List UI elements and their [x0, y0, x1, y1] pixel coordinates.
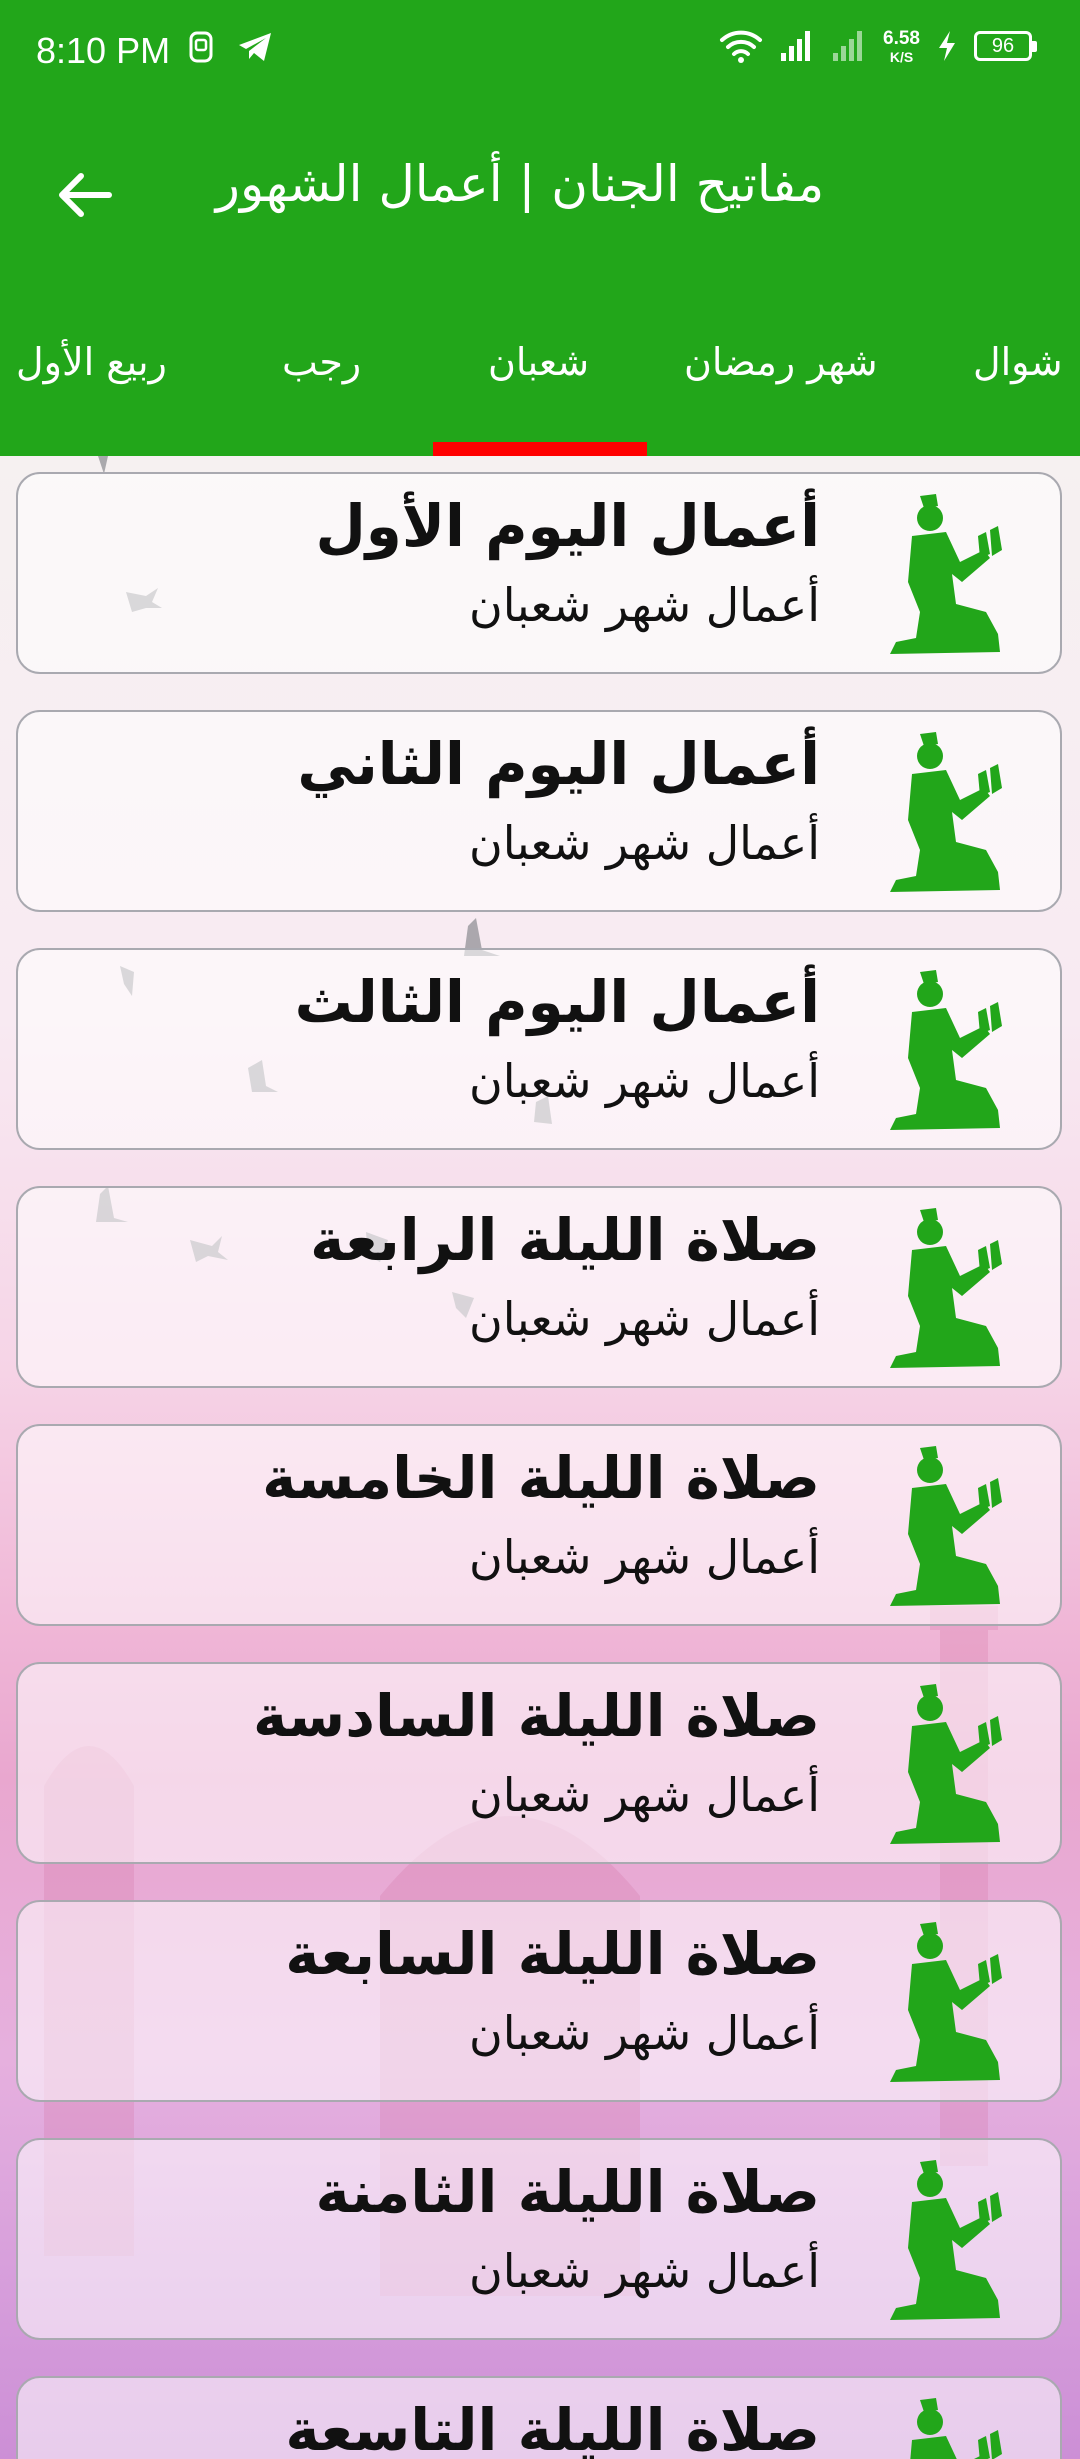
praying-man-icon — [890, 1446, 1002, 1606]
list-item-subtitle: أعمال شهر شعبان — [468, 2006, 820, 2060]
praying-man-icon — [890, 494, 1002, 654]
network-speed-value: 6.58 — [883, 27, 920, 49]
praying-man-icon — [890, 1208, 1002, 1368]
month-tabs: شوال شهر رمضان شعبان رجب ربيع الأول — [0, 330, 1080, 456]
list-item[interactable]: صلاة الليلة الرابعة أعمال شهر شعبان — [16, 1186, 1062, 1388]
app-bar: 8:10 PM 6.58 K/S 96 مفاتيح الجنان | أعما… — [0, 0, 1080, 456]
praying-man-icon — [890, 732, 1002, 892]
list-item-title: أعمال اليوم الأول — [315, 492, 820, 560]
tab-rabi-al-awwal[interactable]: ربيع الأول — [16, 340, 167, 384]
list-item-subtitle: أعمال شهر شعبان — [468, 1054, 820, 1108]
tab-shaban[interactable]: شعبان — [488, 340, 589, 384]
praying-man-icon — [890, 1922, 1002, 2082]
list-item-title: أعمال اليوم الثالث — [294, 968, 820, 1036]
list-item-subtitle: أعمال شهر شعبان — [468, 816, 820, 870]
list-item[interactable]: صلاة الليلة السابعة أعمال شهر شعبان — [16, 1900, 1062, 2102]
list-item-title: صلاة الليلة الخامسة — [262, 1444, 820, 1512]
praying-man-icon — [910, 2398, 1002, 2459]
list-item[interactable]: صلاة الليلة التاسعة — [16, 2376, 1062, 2459]
list-container[interactable]: أعمال اليوم الأول أعمال شهر شعبان أعمال … — [0, 456, 1080, 2459]
praying-man-icon — [890, 2160, 1002, 2320]
signal-icon — [781, 31, 811, 61]
battery-icon: 96 — [974, 31, 1037, 61]
list-item-title: صلاة الليلة السادسة — [252, 1682, 820, 1750]
status-icons-left — [188, 30, 274, 64]
list-item-title: صلاة الليلة السابعة — [285, 1920, 820, 1988]
back-button[interactable] — [50, 160, 120, 230]
signal-weak-icon — [833, 31, 863, 61]
list-item[interactable]: أعمال اليوم الأول أعمال شهر شعبان — [16, 472, 1062, 674]
status-icons-right: 6.58 K/S 96 — [719, 28, 1037, 64]
sim-icon — [189, 31, 213, 63]
list-item[interactable]: صلاة الليلة السادسة أعمال شهر شعبان — [16, 1662, 1062, 1864]
praying-man-icon — [890, 970, 1002, 1130]
tab-ramadan[interactable]: شهر رمضان — [684, 340, 878, 384]
list-item-title: صلاة الليلة الرابعة — [310, 1206, 820, 1274]
list-item-title: صلاة الليلة التاسعة — [285, 2396, 820, 2459]
list-item-subtitle: أعمال شهر شعبان — [468, 2244, 820, 2298]
list-item[interactable]: أعمال اليوم الثاني أعمال شهر شعبان — [16, 710, 1062, 912]
page-title: مفاتيح الجنان | أعمال الشهور — [215, 155, 825, 213]
battery-level: 96 — [991, 34, 1015, 57]
tab-rajab[interactable]: رجب — [282, 340, 361, 384]
wifi-icon — [720, 30, 763, 63]
list-item-subtitle: أعمال شهر شعبان — [468, 1292, 820, 1346]
list-item-subtitle: أعمال شهر شعبان — [468, 1530, 820, 1584]
tab-shawwal[interactable]: شوال — [973, 340, 1063, 384]
status-time: 8:10 PM — [36, 30, 171, 71]
charging-icon — [939, 31, 955, 61]
list-item-subtitle: أعمال شهر شعبان — [468, 578, 820, 632]
list-item[interactable]: أعمال اليوم الثالث أعمال شهر شعبان — [16, 948, 1062, 1150]
list-item[interactable]: صلاة الليلة الخامسة أعمال شهر شعبان — [16, 1424, 1062, 1626]
list-item-subtitle: أعمال شهر شعبان — [468, 1768, 820, 1822]
list-item-title: أعمال اليوم الثاني — [297, 730, 820, 798]
network-speed-unit: K/S — [889, 48, 914, 65]
praying-man-icon — [890, 1684, 1002, 1844]
tab-selected-indicator — [433, 442, 647, 456]
network-speed: 6.58 K/S — [883, 29, 920, 64]
status-bar: 8:10 PM 6.58 K/S 96 — [0, 0, 1080, 110]
arrow-left-icon — [59, 173, 112, 217]
list-item-title: صلاة الليلة الثامنة — [315, 2158, 820, 2226]
telegram-icon — [239, 33, 271, 61]
list-item[interactable]: صلاة الليلة الثامنة أعمال شهر شعبان — [16, 2138, 1062, 2340]
